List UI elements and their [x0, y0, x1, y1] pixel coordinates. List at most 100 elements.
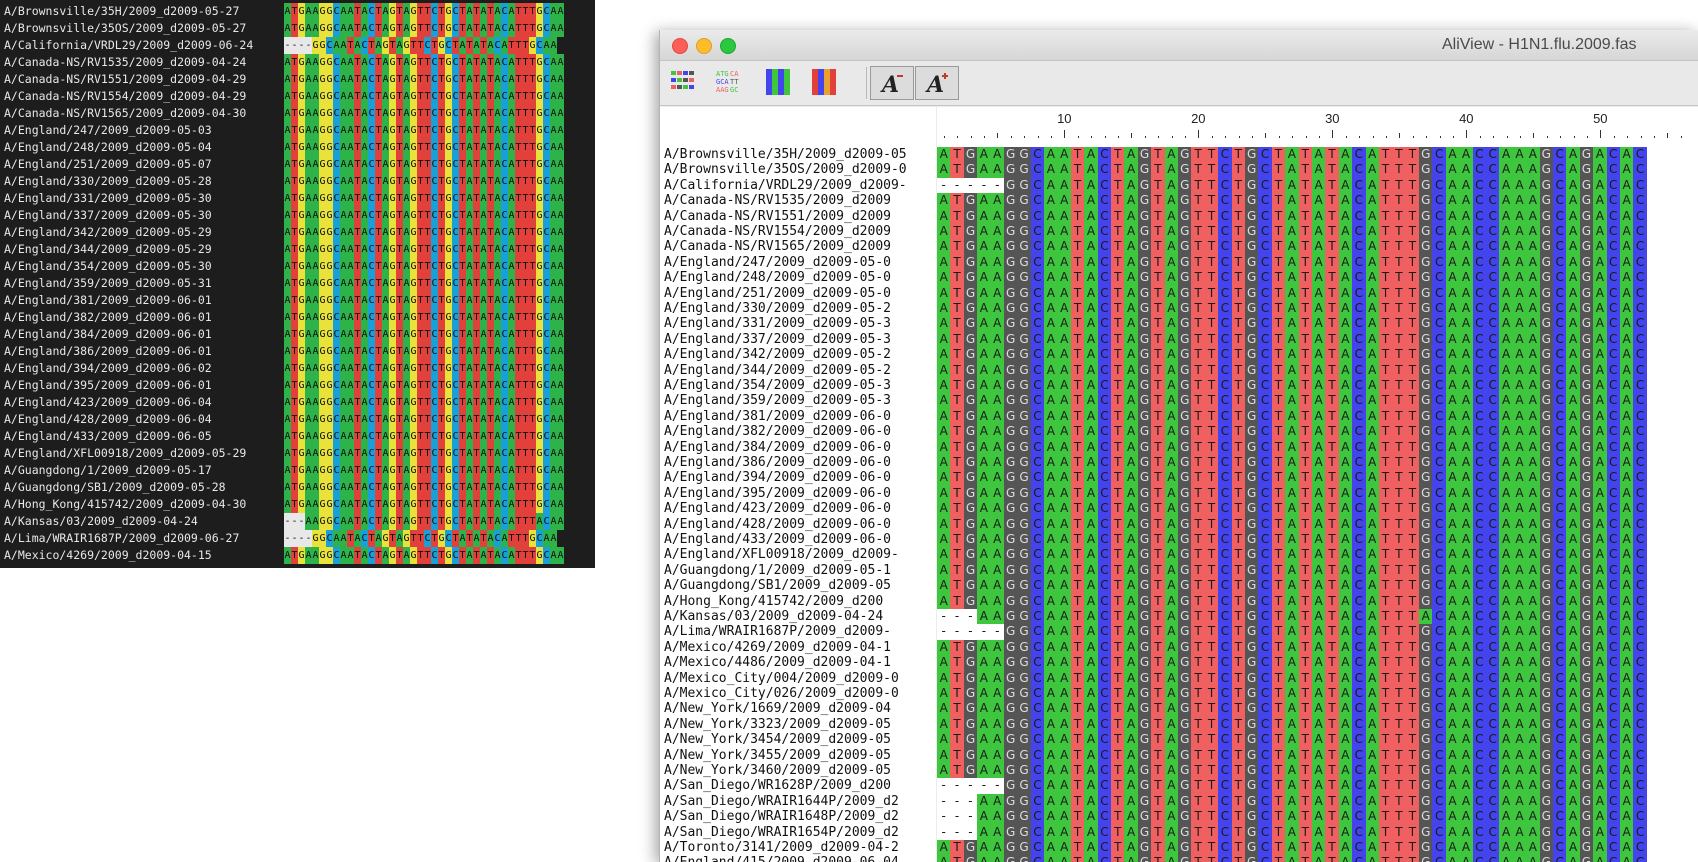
nucleotide-color-icon[interactable] — [764, 67, 796, 97]
sequence-name[interactable]: A/England/394/2009_d2009-06-0 — [664, 470, 934, 485]
sequence-name[interactable]: A/England/342/2009_d2009-05-2 — [664, 347, 934, 362]
sequence-name[interactable]: A/England/330/2009_d2009-05-2 — [664, 301, 934, 316]
alignment-row[interactable]: ATGAAGGCAATACTAGTAGTTCTGCTATATACATTTGCAA… — [937, 254, 1698, 271]
title-bar[interactable]: AliView - H1N1.flu.2009.fas — [660, 30, 1698, 61]
alignment-row[interactable]: ATGAAGGCAATACTAGTAGTTCTGCTATATACATTTGCAA… — [937, 532, 1698, 548]
alignment-row[interactable]: ATGAAGGCAATACTAGTAGTTCTGCTATATACATTTGCAA… — [937, 547, 1698, 563]
sequence-name[interactable]: A/Brownsville/35OS/2009_d2009-0 — [664, 162, 934, 177]
alignment-row[interactable]: ATGAAGGCAATACTAGTAGTTCTGCTATATACATTTGCAA… — [937, 578, 1698, 594]
sequence-name[interactable]: A/England/423/2009_d2009-06-0 — [664, 501, 934, 516]
alignment-row[interactable]: ATGAAGGCAATACTAGTAGTTCTGCTATATACATTTGCAA… — [937, 408, 1698, 425]
alignment-row[interactable]: ---AAGGCAATACTAGTAGTTCTGCTATATACATTTGCAA… — [937, 793, 1698, 810]
alignment-row[interactable]: ATGAAGGCAATACTAGTAGTTCTGCTATATACATTTGCAA… — [937, 224, 1698, 240]
alignment-row[interactable]: ATGAAGGCAATACTAGTAGTTCTGCTATATACATTTGCAA… — [937, 347, 1698, 363]
alignment-row[interactable]: ATGAAGGCAATACTAGTAGTTCTGCTATATACATTTGCAA… — [937, 239, 1698, 255]
sequence-name[interactable]: A/England/344/2009_d2009-05-2 — [664, 363, 934, 378]
alignment-row[interactable]: ATGAAGGCAATACTAGTAGTTCTGCTATATACATTTGCAA… — [937, 701, 1698, 717]
alignment-row[interactable]: ATGAAGGCAATACTAGTAGTTCTGCTATATACATTTGCAA… — [937, 485, 1698, 502]
alignment-row[interactable]: ATGAAGGCAATACTAGTAGTTCTGCTATATACATTTGCAA… — [937, 316, 1698, 332]
sequence-name[interactable]: A/Guangdong/SB1/2009_d2009-05 — [664, 578, 934, 593]
sequence-name[interactable]: A/Canada-NS/RV1554/2009_d2009 — [664, 224, 934, 239]
alignment-row[interactable]: ATGAAGGCAATACTAGTAGTTCTGCTATATACATTTGCAA… — [937, 393, 1698, 409]
alignment-row[interactable]: ---AAGGCAATACTAGTAGTTCTGCTATATACATTTACAA… — [937, 609, 1698, 625]
sequence-name[interactable]: A/England/XFL00918/2009_d2009- — [664, 547, 934, 562]
alignment-row[interactable]: ATGAAGGCAATACTAGTAGTTCTGCTATATACATTTGCAA… — [937, 147, 1698, 163]
translate-icon[interactable]: ATG CA GCA TT AAG GC — [714, 67, 746, 97]
alignment-row[interactable]: ATGAAGGCAATACTAGTAGTTCTGCTATATACATTTGCAA… — [937, 424, 1698, 440]
sequence-name[interactable]: A/San_Diego/WRAIR1644P/2009_d2 — [664, 794, 934, 809]
alignment-row[interactable]: ATGAAGGCAATACTAGTAGTTCTGCTATATACATTTGCAA… — [937, 270, 1698, 286]
sequence-name[interactable]: A/Mexico_City/026/2009_d2009-0 — [664, 686, 934, 701]
alignment-row[interactable]: -----GGCAATACTAGTAGTTCTGCTATATACATTTGCAA… — [937, 624, 1698, 640]
alignment-row[interactable]: ATGAAGGCAATACTAGTAGTTCTGCTATATACATTTGCAA… — [937, 639, 1698, 656]
sequence-name[interactable]: A/Mexico/4486/2009_d2009-04-1 — [664, 655, 934, 670]
alignment-row[interactable]: ATGAAGGCAATACTAGTAGTTCTGCTATATACATTTGCAA… — [937, 516, 1698, 532]
alignment-row[interactable]: ATGAAGGCAATACTAGTAGTTCTGCTATATACATTTGCAA… — [937, 285, 1698, 301]
sequence-name[interactable]: A/Mexico_City/004/2009_d2009-0 — [664, 671, 934, 686]
sequence-name[interactable]: A/Mexico/4269/2009_d2009-04-1 — [664, 640, 934, 655]
alignment-row[interactable]: ATGAAGGCAATACTAGTAGTTCTGCTATATACATTTGCAA… — [937, 763, 1698, 779]
alignment-row[interactable]: ATGAAGGCAATACTAGTAGTTCTGCTATATACATTTGCAA… — [937, 455, 1698, 471]
sequence-name[interactable]: A/New_York/3454/2009_d2009-05 — [664, 732, 934, 747]
alignment-row[interactable]: ATGAAGGCAATACTAGTAGTTCTGCTATATACATTTGCAA… — [937, 562, 1698, 579]
sequence-name[interactable]: A/England/248/2009_d2009-05-0 — [664, 270, 934, 285]
alignment-row[interactable]: ---AAGGCAATACTAGTAGTTCTGCTATATACATTTGCAA… — [937, 824, 1698, 840]
sequence-name[interactable]: A/England/415/2009_d2009-06-04 — [664, 855, 934, 862]
sequence-name[interactable]: A/California/VRDL29/2009_d2009- — [664, 178, 934, 193]
alignment-row[interactable]: ATGAAGGCAATACTAGTAGTTCTGCTATATACATTTGCAA… — [937, 670, 1698, 686]
alignment-row[interactable]: ATGAAGGCAATACTAGTAGTTCTGCTATATACATTTGCAA… — [937, 378, 1698, 394]
sequence-name[interactable]: A/England/331/2009_d2009-05-3 — [664, 316, 934, 331]
sequence-name[interactable]: A/New_York/3460/2009_d2009-05 — [664, 763, 934, 778]
sequence-name[interactable]: A/Canada-NS/RV1565/2009_d2009 — [664, 239, 934, 254]
alignment-panel[interactable]: 10 20 30 40 50 ATGAAGGCAATACTAGTAGTTCTGCTATA… — [937, 107, 1698, 862]
sequence-name[interactable]: A/England/354/2009_d2009-05-3 — [664, 378, 934, 393]
sequence-name[interactable]: A/New_York/3455/2009_d2009-05 — [664, 748, 934, 763]
font-decrease-icon[interactable]: A — [870, 66, 914, 100]
font-increase-icon[interactable]: A — [915, 66, 959, 100]
sequence-name[interactable]: A/New_York/1669/2009_d2009-04 — [664, 701, 934, 716]
sequence-name[interactable]: A/Toronto/3141/2009_d2009-04-2 — [664, 840, 934, 855]
sequence-name[interactable]: A/Guangdong/1/2009_d2009-05-1 — [664, 563, 934, 578]
codon-color-icon[interactable] — [810, 67, 842, 97]
sequence-name[interactable]: A/San_Diego/WRAIR1648P/2009_d2 — [664, 809, 934, 824]
alignment-row[interactable]: ATGAAGGCAATACTAGTAGTTCTGCTATATACATTTGCAA… — [937, 732, 1698, 748]
alignment-row[interactable]: ATGAAGGCAATACTAGTAGTTCTGCTATATACATTTGCAA… — [937, 208, 1698, 224]
sequence-name[interactable]: A/San_Diego/WR1628P/2009_d200 — [664, 778, 934, 793]
alignment-row[interactable]: ATGAAGGCAATACTAGTAGTTCTGCTATATACATTTGCAA… — [937, 501, 1698, 517]
alignment-row[interactable]: ATGAAGGCAATACTAGTAGTTCTGCTATATACATTTGCAA… — [937, 747, 1698, 763]
sequence-name-panel[interactable]: A/Brownsville/35H/2009_d2009-05 A/Brownsv… — [660, 107, 936, 862]
sequence-name[interactable]: A/Canada-NS/RV1551/2009_d2009 — [664, 209, 934, 224]
alignment-row[interactable]: ATGAAGGCAATACTAGTAGTTCTGCTATATACATTTGCAA… — [937, 840, 1698, 856]
alignment-row[interactable]: -----GGCAATACTAGTAGTTCTGCTATATACATTTGCAA… — [937, 778, 1698, 794]
sequence-name[interactable]: A/England/337/2009_d2009-05-3 — [664, 332, 934, 347]
sequence-name[interactable]: A/England/247/2009_d2009-05-0 — [664, 255, 934, 270]
sequence-name[interactable]: A/San_Diego/WRAIR1654P/2009_d2 — [664, 825, 934, 840]
sequence-name[interactable]: A/England/381/2009_d2009-06-0 — [664, 409, 934, 424]
alignment-row[interactable]: ATGAAGGCAATACTAGTAGTTCTGCTATATACATTTGCAA… — [937, 686, 1698, 702]
sequence-name[interactable]: A/England/386/2009_d2009-06-0 — [664, 455, 934, 470]
sequence-name[interactable]: A/England/395/2009_d2009-06-0 — [664, 486, 934, 501]
alignment-row[interactable]: -----GGCAATACTAGTAGTTCTGCTATATACATTTGCAA… — [937, 177, 1698, 194]
sequence-name[interactable]: A/England/251/2009_d2009-05-0 — [664, 286, 934, 301]
sequence-name[interactable]: A/Kansas/03/2009_d2009-04-24 — [664, 609, 934, 624]
color-scheme-icon[interactable] — [668, 67, 700, 97]
alignment-row[interactable]: ATGAAGGCAATACTAGTAGTTCTGCTATATACATTTGCAA… — [937, 470, 1698, 486]
sequence-name[interactable]: A/Hong_Kong/415742/2009_d200 — [664, 594, 934, 609]
sequence-name[interactable]: A/Canada-NS/RV1535/2009_d2009 — [664, 193, 934, 208]
alignment-row[interactable]: ---AAGGCAATACTAGTAGTTCTGCTATATACATTTGCAA… — [937, 809, 1698, 825]
alignment-row[interactable]: ATGAAGGCAATACTAGTAGTTCTGCTATATACATTTGCAA… — [937, 855, 1698, 862]
sequence-name[interactable]: A/England/382/2009_d2009-06-0 — [664, 424, 934, 439]
alignment-row[interactable]: ATGAAGGCAATACTAGTAGTTCTGCTATATACATTTGCAA… — [937, 331, 1698, 348]
sequence-name[interactable]: A/Brownsville/35H/2009_d2009-05 — [664, 147, 934, 162]
alignment-row[interactable]: ATGAAGGCAATACTAGTAGTTCTGCTATATACATTTGCAA… — [937, 655, 1698, 671]
sequence-name[interactable]: A/New_York/3323/2009_d2009-05 — [664, 717, 934, 732]
sequence-name[interactable]: A/England/433/2009_d2009-06-0 — [664, 532, 934, 547]
alignment-row[interactable]: ATGAAGGCAATACTAGTAGTTCTGCTATATACATTTGCAA… — [937, 593, 1698, 609]
alignment-row[interactable]: ATGAAGGCAATACTAGTAGTTCTGCTATATACATTTGCAA… — [937, 362, 1698, 378]
alignment-row[interactable]: ATGAAGGCAATACTAGTAGTTCTGCTATATACATTTGCAA… — [937, 193, 1698, 209]
sequence-name[interactable]: A/England/384/2009_d2009-06-0 — [664, 440, 934, 455]
alignment-row[interactable]: ATGAAGGCAATACTAGTAGTTCTGCTATATACATTTGCAA… — [937, 439, 1698, 455]
sequence-name[interactable]: A/England/359/2009_d2009-05-3 — [664, 393, 934, 408]
sequence-name[interactable]: A/England/428/2009_d2009-06-0 — [664, 517, 934, 532]
alignment-row[interactable]: ATGAAGGCAATACTAGTAGTTCTGCTATATACATTTGCAA… — [937, 162, 1698, 178]
